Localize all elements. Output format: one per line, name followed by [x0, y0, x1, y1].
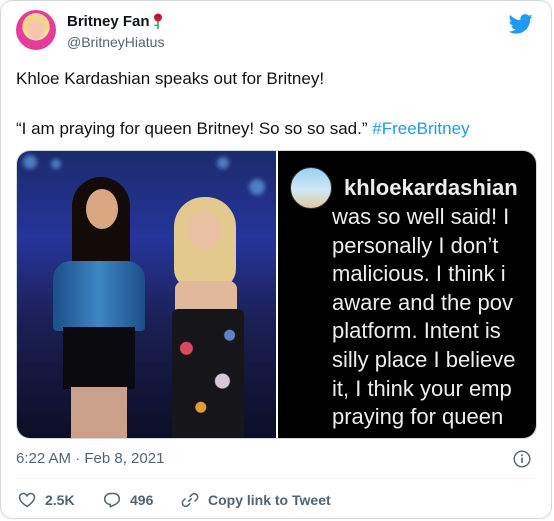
- avatar[interactable]: [16, 10, 56, 50]
- photo-instagram-comment[interactable]: khloekardashian was so well said! I pers…: [278, 151, 536, 438]
- info-icon[interactable]: [513, 450, 531, 468]
- person-right-shoulders: [175, 281, 237, 311]
- tweet-quote: “I am praying for queen Britney! So so s…: [16, 119, 368, 138]
- stage-light: [51, 159, 61, 169]
- caption-line: malicious. I think i: [332, 261, 506, 287]
- caption-line: praying for queen: [332, 404, 504, 430]
- reply-count: 496: [130, 492, 154, 508]
- reply-button[interactable]: 496: [103, 491, 153, 509]
- media-grid[interactable]: khloekardashian was so well said! I pers…: [16, 150, 537, 439]
- caption-line: silly place I believe: [332, 346, 516, 372]
- caption-line: platform. Intent is: [332, 318, 501, 344]
- tweet-line-1: Khloe Kardashian speaks out for Britney!: [16, 69, 325, 88]
- twitter-logo-icon[interactable]: [509, 14, 533, 34]
- handle[interactable]: @BritneyHiatus: [67, 34, 164, 50]
- like-count: 2.5K: [45, 492, 75, 508]
- photo-stage[interactable]: [17, 151, 276, 438]
- stage-light: [249, 179, 265, 195]
- caption-line: was so well said! I: [332, 204, 510, 229]
- tweet-text: Khloe Kardashian speaks out for Britney!…: [16, 68, 541, 139]
- caption-line: aware and the pov: [332, 289, 514, 315]
- timestamp[interactable]: 6:22 AM · Feb 8, 2021: [16, 450, 164, 467]
- stage-light: [23, 155, 37, 169]
- person-left-legs: [71, 387, 127, 438]
- tweet-card[interactable]: Britney Fan @BritneyHiatus Khloe Kardash…: [0, 0, 552, 519]
- caption-line: it, I think your emp: [332, 375, 512, 401]
- avatar-face: [28, 21, 44, 39]
- stage-light: [217, 157, 229, 169]
- rose-icon: [154, 13, 162, 29]
- link-icon: [181, 492, 199, 508]
- person-left-jacket: [53, 261, 145, 331]
- like-button[interactable]: 2.5K: [18, 491, 75, 509]
- person-right-face: [188, 211, 220, 249]
- caption-line: personally I don’t: [332, 232, 499, 258]
- person-left-face: [86, 189, 118, 229]
- display-name[interactable]: Britney Fan: [67, 13, 150, 30]
- person-left-skirt: [63, 327, 135, 389]
- copy-link-label: Copy link to Tweet: [208, 492, 331, 508]
- divider: [16, 478, 536, 479]
- instagram-avatar: [290, 167, 332, 209]
- instagram-username: khloekardashian: [344, 175, 518, 200]
- reply-icon: [103, 492, 121, 508]
- hashtag-link[interactable]: #FreeBritney: [372, 119, 469, 138]
- instagram-caption: was so well said! I personally I don’t m…: [332, 203, 536, 432]
- copy-link-button[interactable]: Copy link to Tweet: [181, 491, 331, 509]
- person-right-dress: [172, 309, 244, 438]
- tweet-line-2: “I am praying for queen Britney! So so s…: [16, 118, 541, 139]
- heart-icon: [18, 492, 36, 508]
